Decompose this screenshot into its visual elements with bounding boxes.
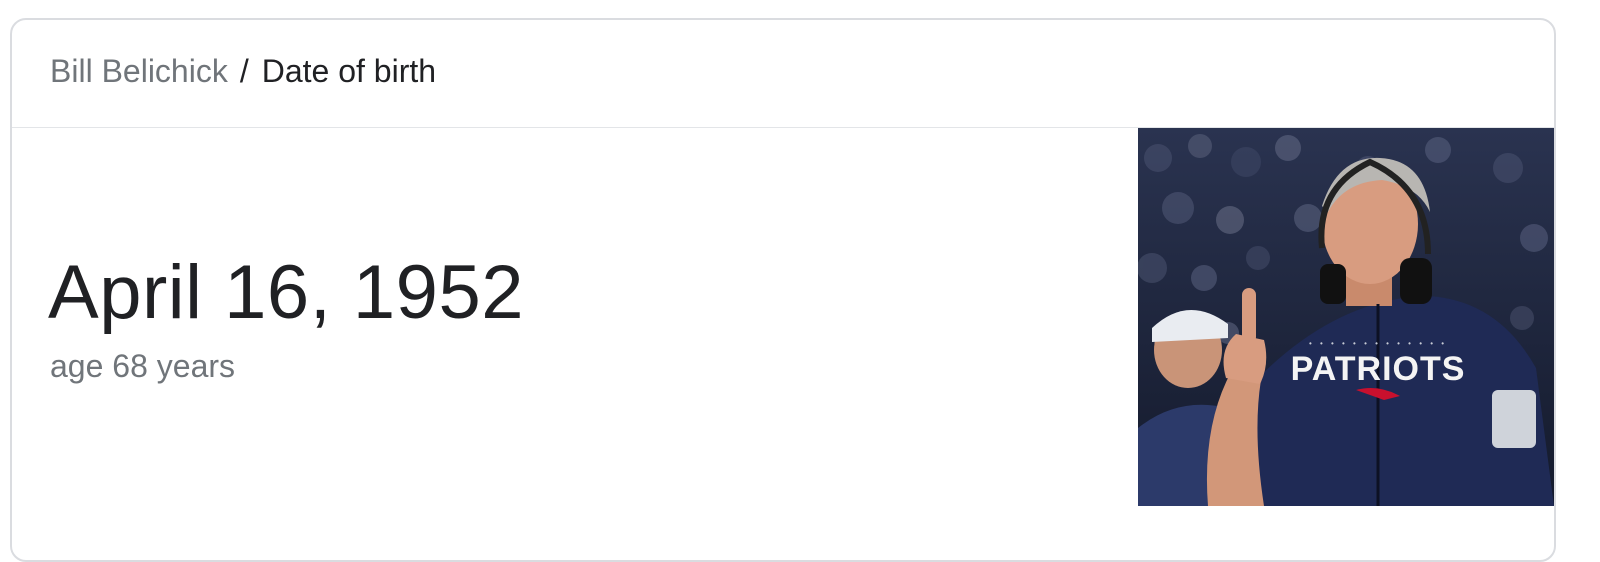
breadcrumb-separator: /: [239, 53, 249, 89]
answer-subtext: age 68 years: [50, 348, 236, 384]
photo-illustration: PATRIOTS • • • • • • • • • • • • •: [1138, 128, 1554, 506]
shirt-wordmark: PATRIOTS: [1291, 350, 1466, 388]
breadcrumb-entity-link[interactable]: Bill Belichick: [50, 53, 228, 89]
breadcrumb: Bill Belichick / Date of birth: [50, 51, 436, 91]
answer-value: April 16, 1952: [48, 250, 524, 335]
entity-photo[interactable]: PATRIOTS • • • • • • • • • • • • •: [1138, 128, 1554, 506]
card-header: Bill Belichick / Date of birth: [12, 20, 1554, 128]
svg-text:• • • • • • • • • • • • •: • • • • • • • • • • • • •: [1309, 339, 1447, 348]
breadcrumb-attribute: Date of birth: [261, 53, 437, 89]
knowledge-answer-card: Bill Belichick / Date of birth April 16, 1…: [10, 18, 1556, 562]
